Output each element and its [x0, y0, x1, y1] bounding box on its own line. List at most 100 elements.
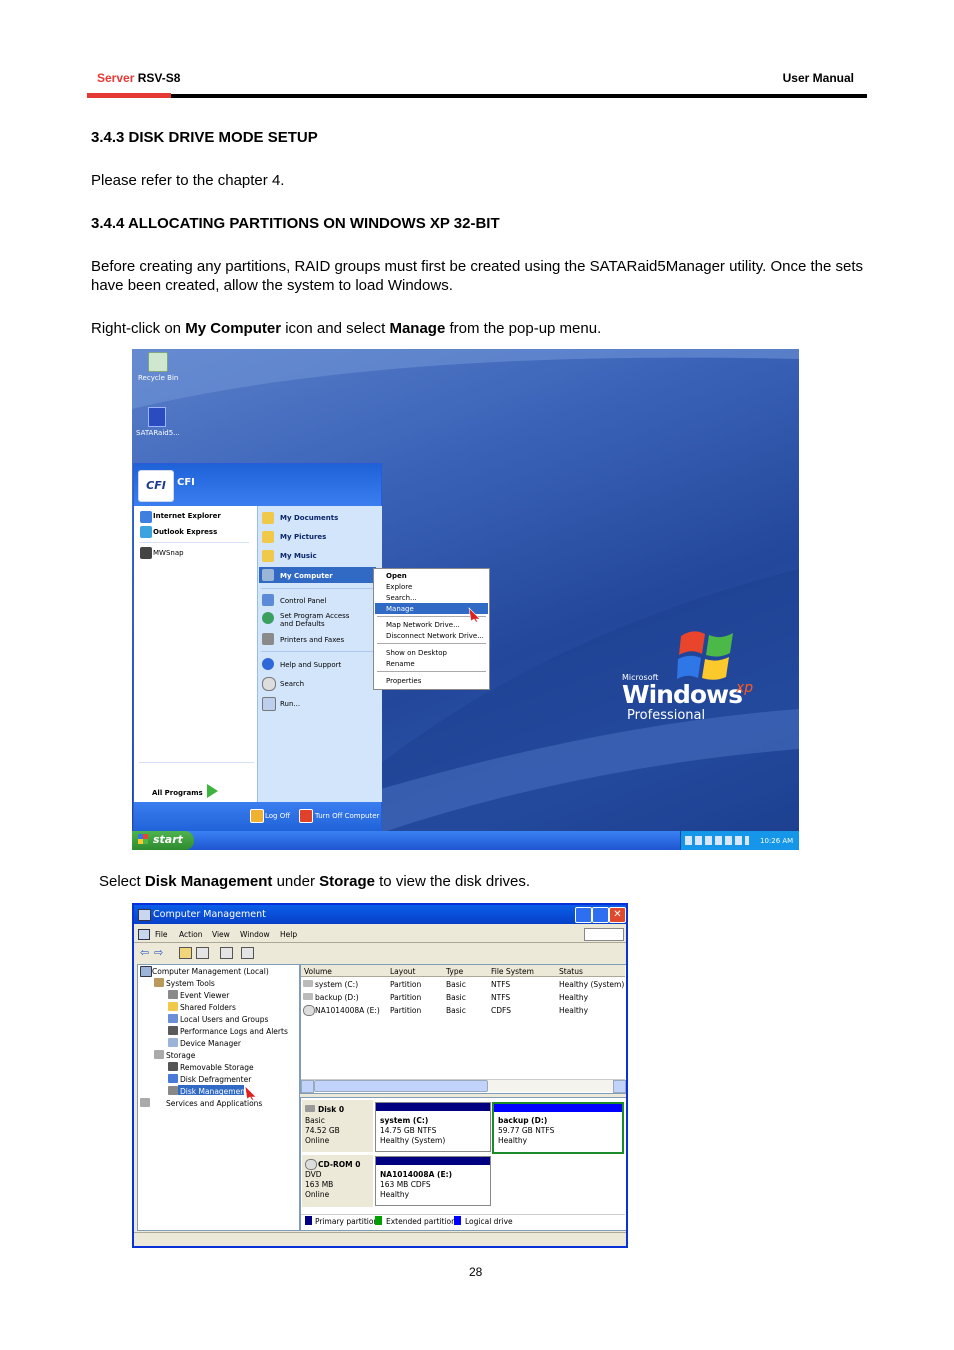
- start-item-mwsnap[interactable]: MWSnap: [153, 549, 184, 557]
- tree-storage[interactable]: Storage: [166, 1051, 195, 1060]
- column-layout[interactable]: Layout: [390, 967, 416, 976]
- column-type[interactable]: Type: [446, 967, 463, 976]
- sataraid-icon[interactable]: [148, 407, 166, 427]
- header-brand-model: RSV-S8: [137, 71, 181, 85]
- start-item-my-computer[interactable]: My Computer: [280, 572, 333, 580]
- minimize-button[interactable]: [575, 907, 592, 923]
- tree-event-viewer[interactable]: Event Viewer: [180, 991, 229, 1000]
- row-fs: NTFS: [491, 993, 511, 1002]
- mdi-window-controls[interactable]: [584, 928, 624, 941]
- back-arrow-icon[interactable]: ⇦: [140, 946, 149, 959]
- logo-windows: Windows: [622, 680, 743, 709]
- start-item-my-music[interactable]: My Music: [280, 552, 317, 560]
- tree-device-manager[interactable]: Device Manager: [180, 1039, 241, 1048]
- instruction-text: to view the disk drives.: [374, 873, 531, 890]
- windows-flag-icon: [677, 631, 733, 680]
- start-item-my-pictures[interactable]: My Pictures: [280, 533, 326, 541]
- start-item-program-access[interactable]: Set Program Access and Defaults: [280, 612, 362, 628]
- cdrom-name: CD-ROM 0: [318, 1160, 361, 1169]
- all-programs-arrow-icon: [207, 784, 218, 798]
- instruction-right-click: Right-click on My Computer icon and sele…: [91, 319, 601, 338]
- window-title: Computer Management: [153, 909, 266, 920]
- legend-swatch-primary: [305, 1216, 312, 1225]
- row-fs: CDFS: [491, 1006, 511, 1015]
- start-item-my-documents[interactable]: My Documents: [280, 514, 338, 522]
- all-programs[interactable]: All Programs: [152, 789, 203, 797]
- show-hide-tree-icon[interactable]: [196, 947, 209, 959]
- menu-window[interactable]: Window: [240, 930, 270, 939]
- tree-system-tools[interactable]: System Tools: [166, 979, 215, 988]
- up-folder-icon[interactable]: [179, 947, 192, 959]
- logo-professional: Professional: [627, 708, 706, 723]
- tree-root[interactable]: Computer Management (Local): [152, 967, 269, 976]
- start-item-control-panel[interactable]: Control Panel: [280, 597, 326, 605]
- turn-off-button[interactable]: Turn Off Computer: [315, 812, 379, 820]
- cdrom-size: 163 MB: [305, 1180, 334, 1189]
- partition-c-name: system (C:): [380, 1116, 429, 1125]
- row-volume[interactable]: system (C:): [315, 980, 358, 989]
- scroll-right-button[interactable]: [613, 1080, 626, 1093]
- forward-arrow-icon[interactable]: ⇨: [154, 946, 163, 959]
- context-item-rename[interactable]: Rename: [386, 660, 415, 668]
- menu-file[interactable]: File: [155, 930, 168, 939]
- page-number: 28: [469, 1265, 483, 1279]
- performance-logs-icon: [168, 1026, 178, 1035]
- start-item-help[interactable]: Help and Support: [280, 661, 341, 669]
- maximize-button[interactable]: [592, 907, 609, 923]
- run-icon: [262, 697, 276, 711]
- menu-action[interactable]: Action: [179, 930, 203, 939]
- recycle-bin-icon[interactable]: [148, 352, 168, 372]
- context-item-manage[interactable]: Manage: [386, 605, 414, 613]
- start-item-printers[interactable]: Printers and Faxes: [280, 636, 344, 644]
- start-item-ie[interactable]: Internet Explorer: [153, 512, 221, 520]
- my-music-icon: [262, 550, 274, 562]
- header-rule-black: [171, 94, 867, 98]
- context-item-disconnect[interactable]: Disconnect Network Drive...: [386, 632, 484, 640]
- context-item-search[interactable]: Search...: [386, 594, 417, 602]
- instruction-bold: Manage: [389, 320, 446, 337]
- log-off-icon: [250, 809, 264, 823]
- row-fs: NTFS: [491, 980, 511, 989]
- my-documents-icon: [262, 512, 274, 524]
- tree-removable-storage[interactable]: Removable Storage: [180, 1063, 254, 1072]
- help-toolbar-icon[interactable]: [241, 947, 254, 959]
- scroll-thumb[interactable]: [314, 1080, 488, 1092]
- log-off-button[interactable]: Log Off: [265, 812, 290, 820]
- services-icon: [140, 1098, 150, 1107]
- start-item-run[interactable]: Run...: [280, 700, 300, 708]
- toolbar-divider: [134, 942, 626, 943]
- menu-view[interactable]: View: [212, 930, 230, 939]
- context-item-properties[interactable]: Properties: [386, 677, 421, 685]
- tree-disk-defragmenter[interactable]: Disk Defragmenter: [180, 1075, 251, 1084]
- context-menu: Open Explore Search... Manage Map Networ…: [373, 568, 490, 690]
- row-volume[interactable]: backup (D:): [315, 993, 359, 1002]
- context-item-show-desktop[interactable]: Show on Desktop: [386, 649, 447, 657]
- recycle-bin-label: Recycle Bin: [138, 374, 179, 382]
- context-item-map-drive[interactable]: Map Network Drive...: [386, 621, 460, 629]
- start-flag-icon: [138, 834, 148, 844]
- app-icon: [138, 909, 151, 921]
- tree-performance-logs[interactable]: Performance Logs and Alerts: [180, 1027, 288, 1036]
- column-file-system[interactable]: File System: [491, 967, 534, 976]
- properties-icon[interactable]: [220, 947, 233, 959]
- legend-primary: Primary partition: [315, 1217, 379, 1226]
- column-status[interactable]: Status: [559, 967, 583, 976]
- tray-icons[interactable]: [685, 836, 749, 845]
- tree-shared-folders[interactable]: Shared Folders: [180, 1003, 236, 1012]
- tray-clock: 10:26 AM: [760, 837, 794, 845]
- start-item-search[interactable]: Search: [280, 680, 304, 688]
- legend-logical: Logical drive: [465, 1217, 513, 1226]
- close-button[interactable]: ✕: [609, 907, 626, 923]
- start-item-outlook[interactable]: Outlook Express: [153, 528, 217, 536]
- tree-disk-management[interactable]: Disk Management: [180, 1087, 248, 1096]
- context-item-open[interactable]: Open: [386, 572, 407, 580]
- row-volume[interactable]: NA1014008A (E:): [315, 1006, 380, 1015]
- column-volume[interactable]: Volume: [304, 967, 332, 976]
- tree-local-users[interactable]: Local Users and Groups: [180, 1015, 268, 1024]
- menu-help[interactable]: Help: [280, 930, 297, 939]
- scroll-left-button[interactable]: [301, 1080, 314, 1093]
- context-item-explore[interactable]: Explore: [386, 583, 412, 591]
- start-left-divider: [139, 542, 249, 543]
- instruction-text: icon and select: [281, 320, 390, 337]
- header-brand-red: Server: [97, 71, 135, 85]
